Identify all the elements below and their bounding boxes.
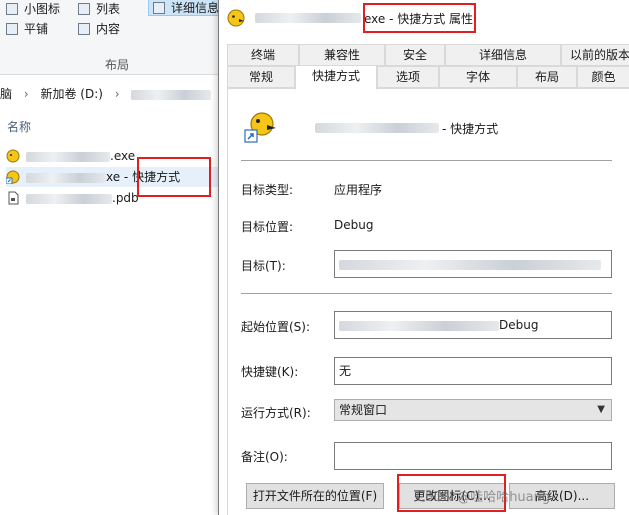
list-option[interactable]: 列表 [78,0,120,18]
shortcut-name: - 快捷方式 [442,122,499,136]
content-icon [78,23,90,35]
hotkey-label: 快捷键(K): [241,365,299,379]
breadcrumb-computer[interactable]: 脑 [0,87,12,101]
target-input[interactable] [334,250,612,278]
redacted-path [131,89,212,100]
tab-security[interactable]: 安全 [385,44,445,66]
comment-input[interactable] [334,442,612,470]
dialog-title: exe - 快捷方式 属性 [364,12,474,26]
target-type-label: 目标类型: [241,183,294,197]
content-option[interactable]: 内容 [78,20,120,38]
app-exe-icon [6,149,20,163]
tab-shortcut[interactable]: 快捷方式 [295,65,377,90]
redacted-title [255,13,361,23]
small-icons-icon [6,3,18,15]
target-location-value: Debug [334,218,374,232]
redacted-start-path [339,320,499,331]
breadcrumb-separator-icon: › [114,87,120,101]
redacted-filename [26,151,110,162]
app-icon [227,9,245,27]
run-label: 运行方式(R): [241,406,311,420]
tab-font[interactable]: 字体 [439,66,517,88]
file-row-selected[interactable]: xe - 快捷方式 [6,167,220,187]
hotkey-input[interactable]: 无 [334,357,612,385]
address-bar[interactable]: 脑 › 新加卷 (D:) › [0,82,220,106]
watermark: CSDN @哇哈哈huang [416,490,551,505]
shortcut-large-icon [244,112,276,143]
target-type-value: 应用程序 [334,183,383,197]
tab-colors[interactable]: 颜色 [577,66,629,88]
pdb-file-icon [8,191,19,205]
dialog-titlebar[interactable]: exe - 快捷方式 属性 [219,0,629,36]
file-explorer-window: 小图标 列表 详细信息 平铺 内容 布局 脑 › 新加卷 (D:) › 名称 .… [0,0,228,515]
target-label: 目标(T): [241,259,286,273]
breadcrumb-separator-icon: › [23,87,29,101]
divider [241,160,612,161]
redacted-shortcut-name [315,123,439,133]
tab-general[interactable]: 常规 [227,66,295,88]
tab-details[interactable]: 详细信息 [445,44,561,66]
column-header-name[interactable]: 名称 [7,118,31,135]
shortcut-properties-dialog: exe - 快捷方式 属性 终端 兼容性 安全 详细信息 以前的版本 常规 快捷… [218,0,629,515]
tab-compatibility[interactable]: 兼容性 [299,44,385,66]
tab-layout[interactable]: 布局 [517,66,577,88]
tab-terminal[interactable]: 终端 [227,44,299,66]
list-icon [78,3,90,15]
shortcut-icon [6,170,20,184]
redacted-target-path [339,259,601,270]
target-location-label: 目标位置: [241,220,294,234]
redacted-filename [26,193,112,204]
tiles-option[interactable]: 平铺 [6,20,48,38]
details-icon [153,2,165,14]
details-option[interactable]: 详细信息 [148,0,228,16]
start-in-label: 起始位置(S): [241,320,311,334]
tiles-icon [6,23,18,35]
breadcrumb-drive[interactable]: 新加卷 (D:) [40,87,102,101]
tab-options[interactable]: 选项 [377,66,439,88]
comment-label: 备注(O): [241,450,288,464]
ribbon-layout-group: 小图标 列表 详细信息 平铺 内容 布局 [0,0,228,75]
divider [241,293,612,294]
redacted-filename [26,172,106,183]
run-select[interactable]: 常规窗口 ▼ [334,399,612,421]
small-icons-option[interactable]: 小图标 [6,0,60,18]
tab-previous-versions[interactable]: 以前的版本 [561,44,629,66]
file-row[interactable]: .pdb [6,188,220,208]
ribbon-group-label: 布局 [105,58,130,72]
file-row[interactable]: .exe [6,146,220,166]
open-file-location-button[interactable]: 打开文件所在的位置(F) [246,483,384,509]
chevron-down-icon: ▼ [597,404,605,415]
start-in-input[interactable]: Debug [334,311,612,339]
